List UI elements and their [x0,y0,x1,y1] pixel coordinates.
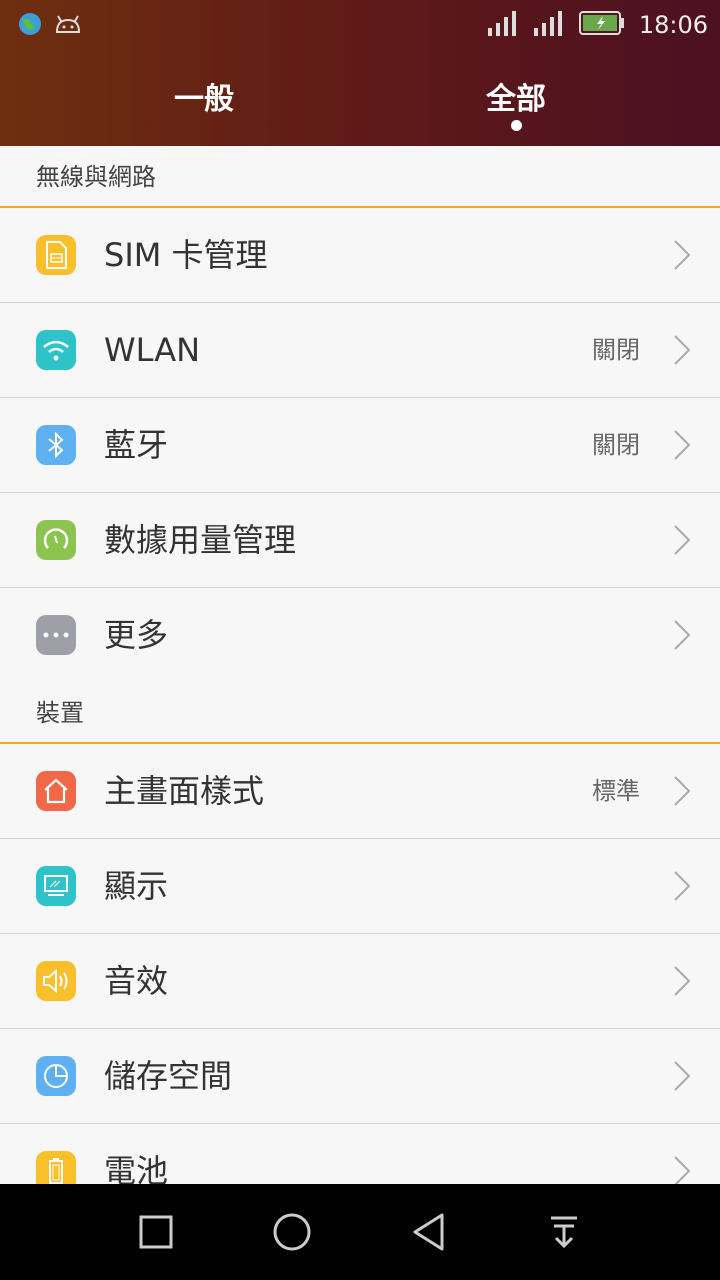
android-icon [54,14,82,38]
settings-item-value: 關閉 [592,336,640,364]
settings-item-label: 音效 [104,962,169,1000]
chevron-right-icon [674,1156,691,1184]
chevron-right-icon [674,335,691,365]
section-header-device: 裝置 [0,682,720,744]
home-circle-icon[interactable] [272,1212,312,1252]
settings-item-more[interactable]: 更多 [0,588,720,682]
battery-charging-icon [578,10,625,40]
display-icon [36,866,76,906]
chevron-right-icon [674,871,691,901]
recent-apps-icon[interactable] [136,1212,176,1252]
status-bar: 18:06 [0,0,720,50]
settings-item-label: 電池 [104,1152,169,1184]
more-icon [36,615,76,655]
back-icon[interactable] [408,1212,448,1252]
chevron-right-icon [674,1061,691,1091]
section-header-wireless: 無線與網路 [0,146,720,208]
app-header: 18:06 一般 全部 [0,0,720,146]
chevron-right-icon [674,620,691,650]
chevron-right-icon [674,240,691,270]
settings-item-battery[interactable]: 電池 [0,1124,720,1184]
settings-item-label: 儲存空間 [104,1057,233,1095]
sim-card-icon [36,235,76,275]
pull-down-icon[interactable] [544,1212,584,1252]
settings-list[interactable]: 無線與網路 SIM 卡管理 WLAN 關閉 藍牙 關閉 數據用量管理 更多 裝置… [0,146,720,1184]
settings-item-storage[interactable]: 儲存空間 [0,1029,720,1124]
navigation-bar [0,1184,720,1280]
settings-item-value: 關閉 [592,431,640,459]
sound-icon [36,961,76,1001]
settings-item-label: WLAN [104,331,201,369]
settings-item-home-style[interactable]: 主畫面樣式 標準 [0,744,720,839]
storage-icon [36,1056,76,1096]
battery-icon [36,1151,76,1184]
tab-bar: 一般 全部 [0,74,720,134]
home-icon [36,771,76,811]
settings-item-label: 更多 [104,616,169,654]
settings-item-display[interactable]: 顯示 [0,839,720,934]
clock: 18:06 [638,11,708,39]
chevron-right-icon [674,776,691,806]
settings-item-wlan[interactable]: WLAN 關閉 [0,303,720,398]
data-usage-icon [36,520,76,560]
settings-item-data-usage[interactable]: 數據用量管理 [0,493,720,588]
tab-all[interactable]: 全部 [416,74,616,118]
settings-item-value: 標準 [592,777,640,805]
globe-icon [18,12,42,40]
signal-icon [533,10,565,40]
chevron-right-icon [674,966,691,996]
settings-item-bluetooth[interactable]: 藍牙 關閉 [0,398,720,493]
settings-item-label: 顯示 [104,867,169,905]
settings-item-sound[interactable]: 音效 [0,934,720,1029]
tab-general[interactable]: 一般 [104,74,304,118]
settings-item-label: 藍牙 [104,426,169,464]
bluetooth-icon [36,425,76,465]
active-tab-indicator [511,120,522,131]
settings-item-label: 主畫面樣式 [104,772,265,810]
settings-item-sim[interactable]: SIM 卡管理 [0,208,720,303]
wifi-icon [36,330,76,370]
signal-icon [487,10,519,40]
settings-item-label: 數據用量管理 [104,521,297,559]
chevron-right-icon [674,430,691,460]
chevron-right-icon [674,525,691,555]
settings-item-label: SIM 卡管理 [104,236,268,274]
